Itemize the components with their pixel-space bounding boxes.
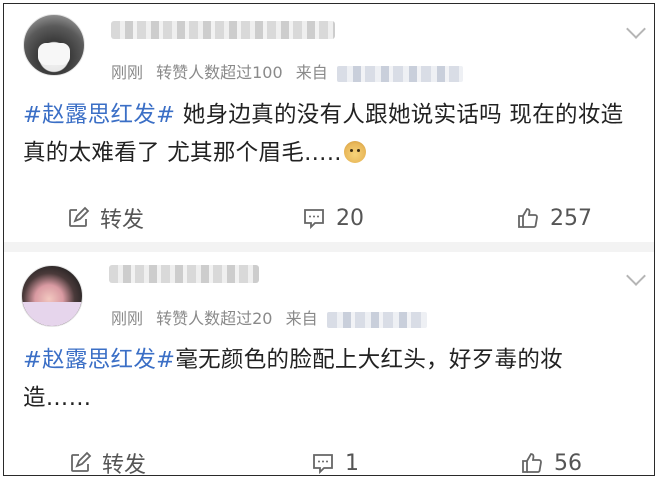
like-count: 257 <box>550 205 592 231</box>
comment-icon <box>313 454 333 475</box>
comment-item: 刚刚 转赞人数超过20 来自 #赵露思红发#毫无颜色的脸配上大红头，好歹毒的妆造… <box>4 252 654 476</box>
comment-meta: 刚刚 转赞人数超过100 来自 <box>111 59 471 83</box>
like-button[interactable]: 56 <box>520 441 582 476</box>
action-bar: 转发 1 56 <box>4 441 654 476</box>
thumbs-up-icon <box>522 453 542 473</box>
chevron-down-icon[interactable] <box>626 266 646 286</box>
comment-count: 20 <box>336 205 364 231</box>
like-count: 56 <box>554 450 582 476</box>
share-edit-icon <box>69 206 90 227</box>
comment-button[interactable]: 20 <box>302 196 364 240</box>
share-edit-icon <box>71 451 92 472</box>
source-blurred <box>326 311 427 328</box>
comment-item: 刚刚 转赞人数超过100 来自 #赵露思红发# 她身边真的没有人跟她说实话吗 现… <box>4 4 654 252</box>
comment-text: #赵露思红发#毫无颜色的脸配上大红头，好歹毒的妆造…… <box>23 341 630 417</box>
username-blurred[interactable] <box>109 265 259 283</box>
forward-label: 转发 <box>102 453 147 476</box>
hashtag-link[interactable]: #赵露思红发# <box>23 347 175 373</box>
forward-button[interactable]: 转发 <box>68 441 147 476</box>
engagement-note: 转赞人数超过100 <box>156 63 283 82</box>
weibo-comment-list: 刚刚 转赞人数超过100 来自 #赵露思红发# 她身边真的没有人跟她说实话吗 现… <box>3 3 655 476</box>
forward-label: 转发 <box>100 208 145 233</box>
doge-emoji-icon <box>343 141 366 163</box>
post-time: 刚刚 <box>111 63 144 82</box>
post-time: 刚刚 <box>111 309 144 328</box>
username-blurred[interactable] <box>111 21 335 39</box>
comment-icon <box>304 209 324 230</box>
hashtag-link[interactable]: #赵露思红发# <box>23 102 175 128</box>
thumbs-up-icon <box>518 208 538 228</box>
action-bar: 转发 20 257 <box>4 196 654 240</box>
engagement-note: 转赞人数超过20 <box>156 309 273 328</box>
comment-meta: 刚刚 转赞人数超过20 来自 <box>111 305 435 329</box>
comment-button[interactable]: 1 <box>311 441 359 476</box>
source-label: 来自 <box>285 309 318 328</box>
forward-button[interactable]: 转发 <box>66 196 144 240</box>
avatar[interactable] <box>23 14 85 76</box>
chevron-down-icon[interactable] <box>626 19 646 39</box>
comment-text: #赵露思红发# 她身边真的没有人跟她说实话吗 现在的妆造真的太难看了 尤其那个眉… <box>23 96 630 172</box>
avatar[interactable] <box>21 265 83 327</box>
like-button[interactable]: 257 <box>516 196 592 240</box>
source-blurred <box>336 65 463 82</box>
source-label: 来自 <box>295 63 328 82</box>
comment-count: 1 <box>345 450 359 476</box>
